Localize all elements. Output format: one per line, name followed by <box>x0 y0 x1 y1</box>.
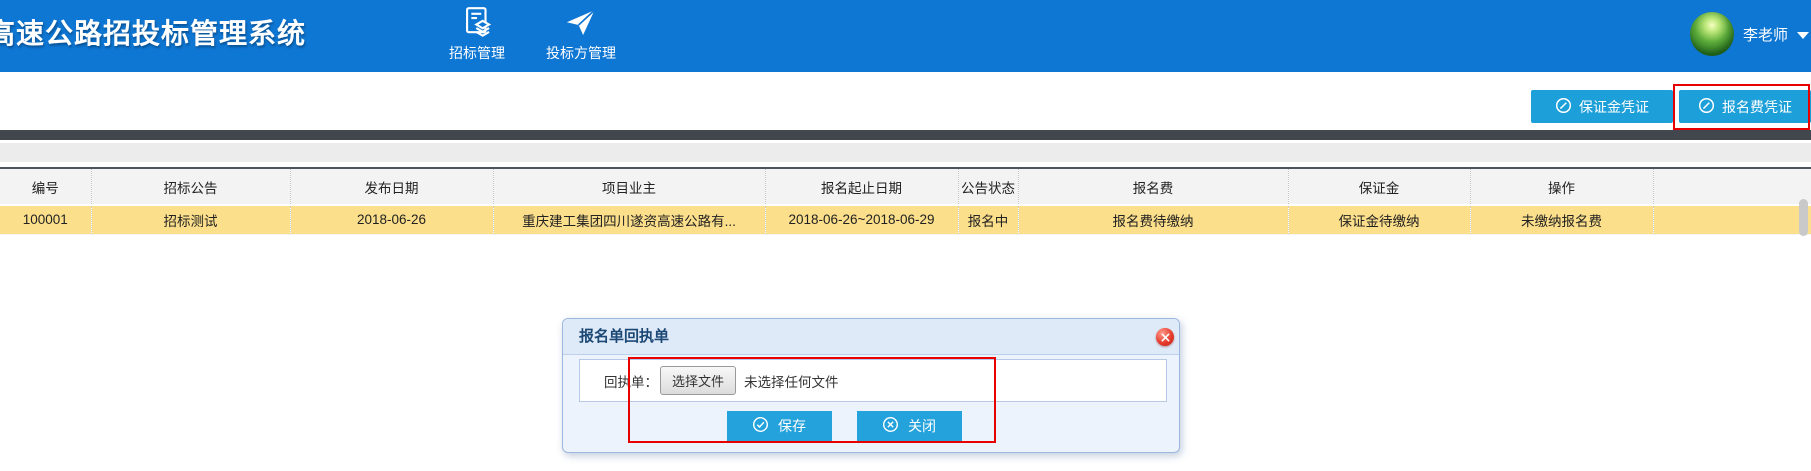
document-layers-icon <box>460 6 494 40</box>
cell-registration-period: 2018-06-26~2018-06-29 <box>765 205 958 234</box>
deposit-voucher-button[interactable]: 保证金凭证 <box>1531 90 1673 123</box>
dialog-close-icon[interactable] <box>1156 328 1174 346</box>
column-header-registration-fee: 报名费 <box>1018 168 1288 205</box>
panel-divider-bar <box>0 130 1811 140</box>
registration-fee-voucher-button[interactable]: 报名费凭证 <box>1679 90 1811 123</box>
column-header-deposit: 保证金 <box>1288 168 1470 205</box>
table-header-row: 编号 招标公告 发布日期 项目业主 报名起止日期 公告状态 报名费 保证金 操作 <box>0 168 1811 205</box>
registration-fee-voucher-label: 报名费凭证 <box>1722 97 1792 117</box>
column-header-id: 编号 <box>0 168 91 205</box>
receipt-dialog: 报名单回执单 回执单： 选择文件 未选择任何文件 保存 <box>562 318 1180 453</box>
column-header-announcement: 招标公告 <box>91 168 290 205</box>
dialog-buttons: 保存 关闭 <box>536 411 1152 441</box>
menu-bidder-management[interactable]: 投标方管理 <box>536 4 626 63</box>
edit-circle-icon <box>1698 97 1715 117</box>
choose-file-button[interactable]: 选择文件 <box>660 366 736 395</box>
deposit-voucher-label: 保证金凭证 <box>1579 97 1649 117</box>
paper-plane-icon <box>564 6 598 40</box>
close-button-label: 关闭 <box>908 416 936 436</box>
cell-registration-fee: 报名费待缴纳 <box>1018 205 1288 234</box>
column-header-publish-date: 发布日期 <box>290 168 493 205</box>
column-header-filler <box>1653 168 1811 205</box>
cell-publish-date: 2018-06-26 <box>290 205 493 234</box>
save-button[interactable]: 保存 <box>727 411 832 441</box>
receipt-form-row: 回执单： 选择文件 未选择任何文件 <box>579 359 1167 402</box>
toolbar-strip <box>0 143 1811 162</box>
user-name: 李老师 <box>1743 24 1788 45</box>
receipt-field-label: 回执单： <box>604 371 658 391</box>
top-menu: 招标管理 投标方管理 <box>432 4 626 63</box>
cell-announcement: 招标测试 <box>91 205 290 234</box>
file-status-text: 未选择任何文件 <box>744 371 839 391</box>
cell-id: 100001 <box>0 205 91 234</box>
table-row[interactable]: 100001 招标测试 2018-06-26 重庆建工集团四川遂资高速公路有..… <box>0 205 1811 234</box>
cell-deposit: 保证金待缴纳 <box>1288 205 1470 234</box>
check-circle-icon <box>752 416 769 436</box>
x-circle-icon <box>882 416 899 436</box>
column-header-registration-period: 报名起止日期 <box>765 168 958 205</box>
user-menu[interactable]: 李老师 <box>1690 12 1809 56</box>
menu-bidding-management-label: 招标管理 <box>449 43 505 63</box>
cell-status: 报名中 <box>958 205 1018 234</box>
save-button-label: 保存 <box>778 416 806 436</box>
cell-filler <box>1653 205 1811 234</box>
column-header-status: 公告状态 <box>958 168 1018 205</box>
table-scrollbar-thumb[interactable] <box>1799 199 1808 236</box>
menu-bidding-management[interactable]: 招标管理 <box>432 4 522 63</box>
dialog-title: 报名单回执单 <box>579 319 669 355</box>
edit-circle-icon <box>1555 97 1572 117</box>
caret-down-icon <box>1797 32 1809 39</box>
user-avatar <box>1690 12 1734 56</box>
app-title-wrap: 高速公路招投标管理系统 <box>0 12 310 56</box>
column-header-actions: 操作 <box>1470 168 1653 205</box>
dialog-titlebar: 报名单回执单 <box>563 319 1179 355</box>
cell-action-status: 未缴纳报名费 <box>1470 205 1653 234</box>
app-title: 高速公路招投标管理系统 <box>0 12 306 52</box>
tender-announcement-table: 编号 招标公告 发布日期 项目业主 报名起止日期 公告状态 报名费 保证金 操作… <box>0 167 1811 235</box>
menu-bidder-management-label: 投标方管理 <box>546 43 616 63</box>
cell-project-owner: 重庆建工集团四川遂资高速公路有... <box>493 205 765 234</box>
app-header: 高速公路招投标管理系统 招标管理 <box>0 0 1811 72</box>
close-button[interactable]: 关闭 <box>857 411 962 441</box>
column-header-project-owner: 项目业主 <box>493 168 765 205</box>
